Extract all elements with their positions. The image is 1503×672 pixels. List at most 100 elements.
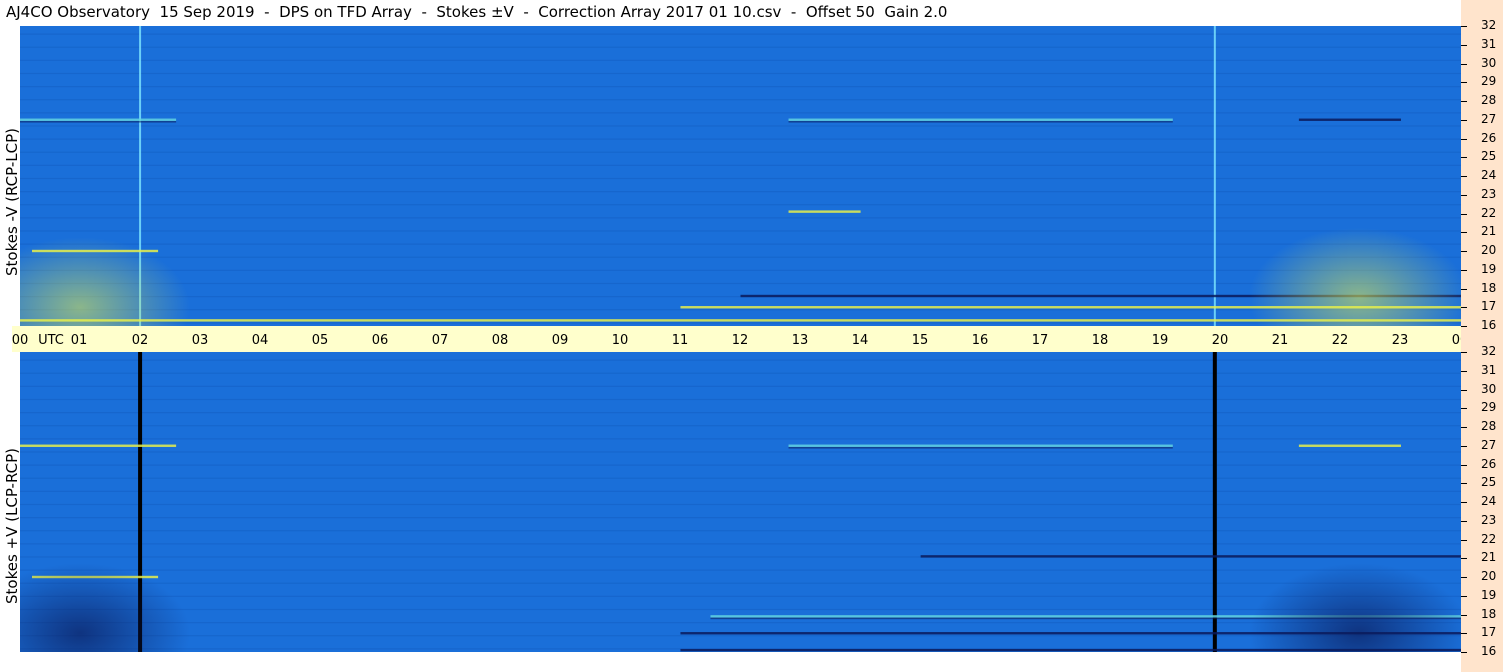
background-stripe <box>20 112 1461 114</box>
background-stripe <box>20 138 1461 140</box>
background-stripe <box>20 269 1461 271</box>
utc-tick-label: 13 <box>791 333 809 348</box>
mhz-tick-mark <box>1461 138 1467 140</box>
utc-tick-label: 22 <box>1331 333 1349 348</box>
mhz-tick-label: 27 <box>1481 111 1497 126</box>
background-stripe <box>20 543 1461 545</box>
mhz-tick-label: 30 <box>1481 381 1497 396</box>
utc-tick-label: 09 <box>551 333 569 348</box>
mhz-tick-label: 30 <box>1481 55 1497 70</box>
background-stripe <box>20 309 1461 311</box>
mhz-tick-mark <box>1461 464 1467 466</box>
background-stripe <box>20 582 1461 584</box>
bottom-panel-ylabel: Stokes +V (LCP-RCP) <box>3 448 21 604</box>
mhz-tick-label: 26 <box>1481 130 1497 145</box>
utc-tick-label: 17 <box>1031 333 1049 348</box>
utc-tick-label: 20 <box>1211 333 1229 348</box>
mhz-tick-label: 31 <box>1481 36 1497 51</box>
background-stripe <box>20 595 1461 597</box>
vertical-interference-line <box>1213 26 1216 326</box>
mhz-tick-label: 32 <box>1481 344 1497 358</box>
background-stripe <box>20 125 1461 127</box>
utc-tick-label: 03 <box>191 333 209 348</box>
background-stripe <box>20 99 1461 101</box>
background-stripe <box>20 86 1461 88</box>
mhz-tick-mark <box>1461 427 1467 428</box>
utc-tick-label: 23 <box>1391 333 1409 348</box>
background-stripe <box>20 451 1461 453</box>
mhz-tick-label: 29 <box>1481 74 1497 89</box>
mhz-tick-label: 22 <box>1481 205 1497 220</box>
vertical-interference-line <box>1212 352 1217 652</box>
background-stripe <box>20 503 1461 506</box>
background-stripe <box>20 412 1461 414</box>
chart-title: AJ4CO Observatory 15 Sep 2019 - DPS on T… <box>6 3 948 21</box>
utc-tick-label: 21 <box>1271 333 1289 348</box>
mhz-tick-mark <box>1461 288 1467 290</box>
mhz-tick-mark <box>1461 26 1467 27</box>
mhz-tick-mark <box>1461 82 1467 84</box>
mhz-tick-label: 17 <box>1481 625 1497 640</box>
mhz-tick-label: 24 <box>1481 168 1497 182</box>
mhz-tick-mark <box>1461 101 1467 102</box>
mhz-tick-label: 26 <box>1481 456 1497 471</box>
mhz-tick-label: 16 <box>1481 644 1497 658</box>
background-stripe <box>20 164 1461 166</box>
mhz-tick-label: 27 <box>1481 437 1497 452</box>
utc-tick-label: 18 <box>1091 333 1109 348</box>
spectral-band-shadow <box>788 446 1173 449</box>
background-stripe <box>20 256 1461 258</box>
mhz-tick-label: 18 <box>1481 606 1497 621</box>
utc-tick-label: 19 <box>1151 333 1169 348</box>
mhz-tick-label: 16 <box>1481 318 1497 332</box>
spectral-band <box>20 118 177 121</box>
spectral-band <box>788 444 1173 447</box>
utc-tick-label: 05 <box>311 333 329 348</box>
mhz-tick-label: 18 <box>1481 280 1497 295</box>
mhz-tick-mark <box>1461 614 1467 616</box>
utc-tick-label: 14 <box>851 333 869 348</box>
background-stripe <box>20 425 1461 427</box>
background-stripe <box>20 243 1461 245</box>
mhz-tick-mark <box>1461 633 1467 635</box>
background-stripe <box>20 608 1461 611</box>
mhz-tick-label: 25 <box>1481 149 1497 164</box>
utc-tick-label: 06 <box>371 333 389 348</box>
mhz-tick-mark <box>1461 558 1467 560</box>
mhz-tick-mark <box>1461 408 1467 410</box>
utc-tick-label: 08 <box>491 333 509 348</box>
mhz-tick-mark <box>1461 307 1467 309</box>
mhz-tick-mark <box>1461 652 1467 653</box>
utc-tick-label: 01 <box>70 333 88 348</box>
background-stripe <box>20 398 1461 401</box>
mhz-tick-mark <box>1461 483 1467 485</box>
spectral-band <box>1298 118 1401 121</box>
background-stripe <box>20 569 1461 571</box>
stokes-plus-v-spectrogram <box>20 352 1461 652</box>
mhz-tick-mark <box>1461 176 1467 177</box>
mhz-tick-mark <box>1461 63 1467 65</box>
background-stripe <box>20 322 1461 324</box>
background-stripe <box>20 464 1461 466</box>
spectral-band <box>20 444 177 447</box>
mhz-tick-mark <box>1461 539 1467 541</box>
mhz-tick-mark <box>1461 502 1467 503</box>
mhz-tick-mark <box>1461 595 1467 597</box>
background-stripe <box>20 438 1461 440</box>
spectral-band-shadow <box>788 120 1173 123</box>
mhz-tick-label: 24 <box>1481 494 1497 508</box>
background-stripe <box>20 46 1461 48</box>
background-stripe <box>20 359 1461 361</box>
spectrogram-background <box>20 26 1461 326</box>
utc-tick-label: 04 <box>251 333 269 348</box>
mhz-tick-label: 17 <box>1481 299 1497 314</box>
mhz-tick-label: 28 <box>1481 419 1497 433</box>
mhz-tick-label: 20 <box>1481 243 1497 257</box>
spectral-band <box>788 118 1173 121</box>
mhz-tick-label: 32 <box>1481 18 1497 32</box>
utc-tick-label: 12 <box>731 333 749 348</box>
mhz-tick-mark <box>1461 157 1467 159</box>
spectral-band <box>20 319 1461 322</box>
mhz-tick-label: 23 <box>1481 186 1497 201</box>
utc-tick-label: 07 <box>431 333 449 348</box>
